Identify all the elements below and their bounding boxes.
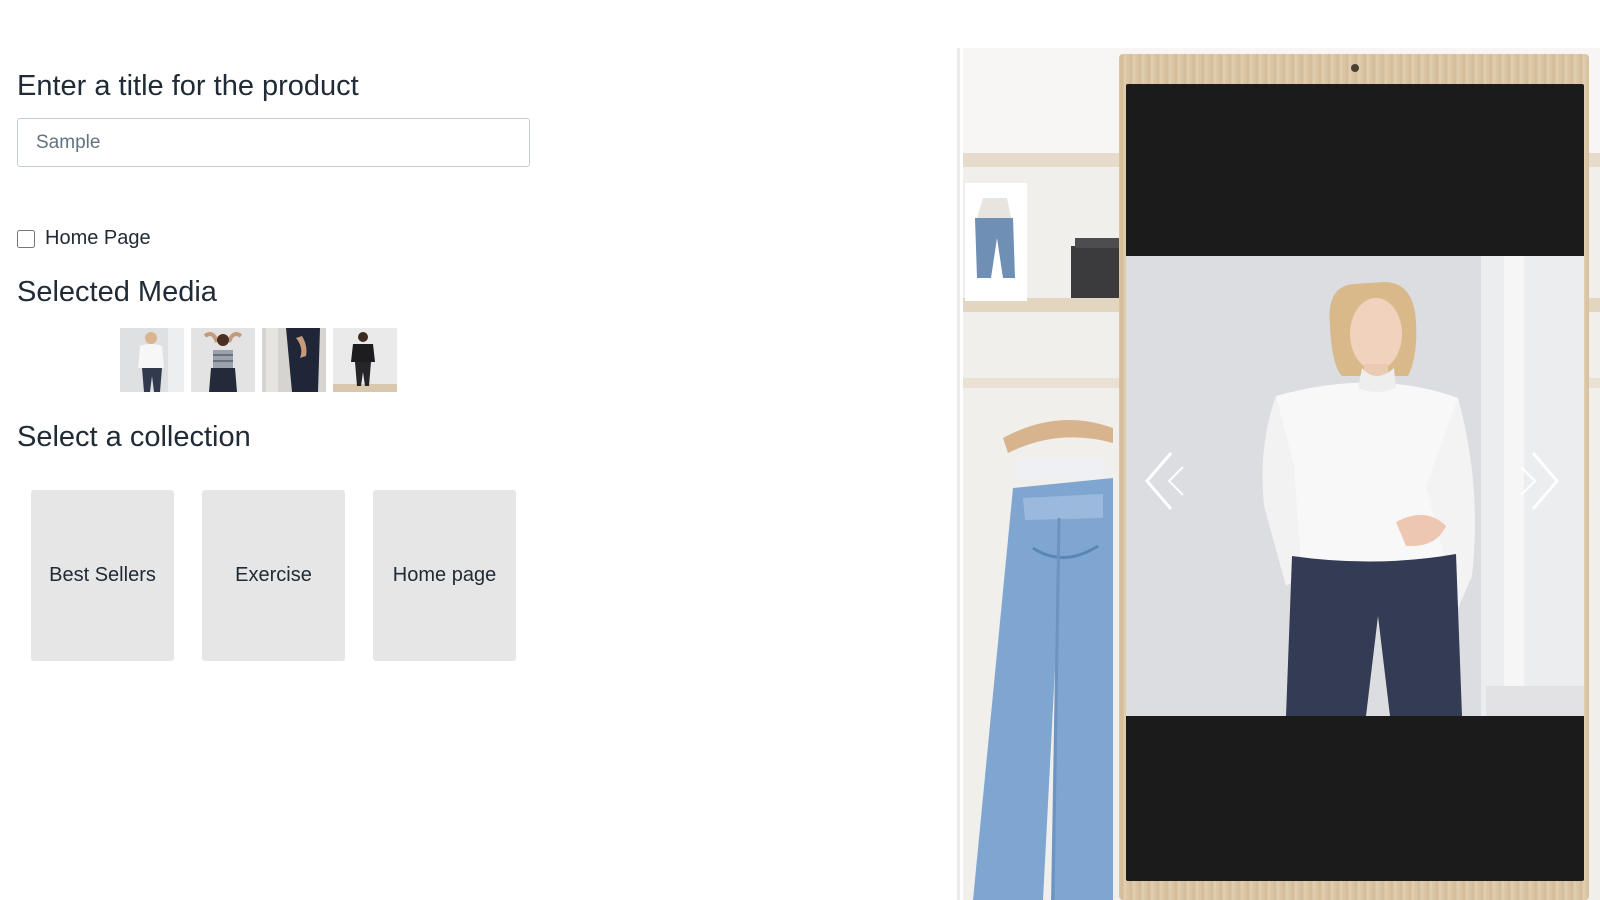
- select-collection-heading: Select a collection: [17, 421, 251, 453]
- home-page-checkbox-label: Home Page: [45, 227, 151, 249]
- selected-media-list: [120, 328, 397, 392]
- home-page-checkbox-row[interactable]: Home Page: [17, 227, 151, 250]
- kiosk-camera: [1351, 64, 1359, 72]
- selected-media-heading: Selected Media: [17, 276, 217, 308]
- collection-list: Best Sellers Exercise Home page: [31, 490, 516, 661]
- product-title-heading: Enter a title for the product: [17, 70, 359, 102]
- media-thumbnail-2[interactable]: [191, 328, 255, 392]
- product-form: Enter a title for the product Home Page …: [17, 0, 917, 900]
- product-title-input[interactable]: [17, 118, 530, 167]
- collection-card-exercise[interactable]: Exercise: [202, 490, 345, 661]
- media-thumbnail-3[interactable]: [262, 328, 326, 392]
- home-page-checkbox[interactable]: [17, 229, 35, 248]
- collection-card-best-sellers[interactable]: Best Sellers: [31, 490, 174, 661]
- panel-divider: [957, 48, 960, 900]
- media-thumbnail-4[interactable]: [333, 328, 397, 392]
- media-thumbnail-1[interactable]: [120, 328, 184, 392]
- chevron-left-icon[interactable]: [1143, 451, 1189, 511]
- chevron-right-icon[interactable]: [1515, 451, 1561, 511]
- collection-card-home-page[interactable]: Home page: [373, 490, 516, 661]
